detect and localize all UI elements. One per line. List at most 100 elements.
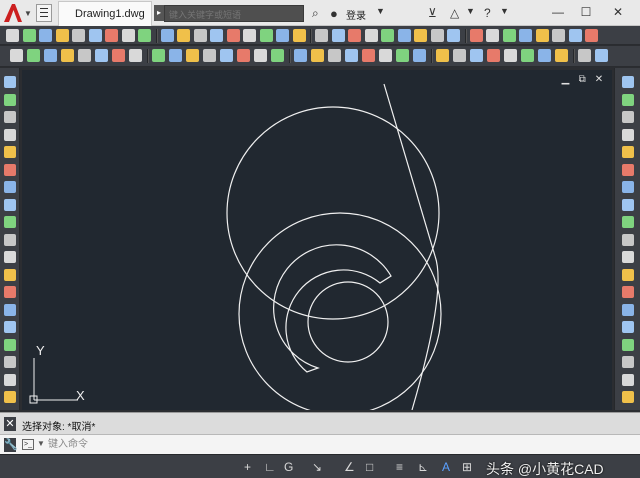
triangle-icon[interactable]: △: [450, 6, 459, 20]
toolbar-tool-icon[interactable]: [447, 29, 460, 42]
toolbar-tool-icon[interactable]: [521, 49, 534, 62]
status-toggle-button[interactable]: ⊞: [462, 459, 472, 475]
toolbar-tool-icon[interactable]: [535, 29, 549, 42]
toolbar-tool-icon[interactable]: [4, 303, 16, 316]
toolbar-tool-icon[interactable]: [622, 111, 634, 123]
toolbar-tool-icon[interactable]: [27, 49, 40, 62]
toolbar-tool-icon[interactable]: [271, 49, 284, 62]
toolbar-tool-icon[interactable]: [348, 29, 361, 42]
drawing-canvas[interactable]: ▁ ⧉ ✕ Y X: [22, 70, 612, 410]
maximize-button[interactable]: ☐: [572, 0, 600, 24]
toolbar-tool-icon[interactable]: [121, 29, 135, 42]
toolbar-tool-icon[interactable]: [470, 49, 483, 62]
toolbar-tool-icon[interactable]: [568, 29, 582, 42]
help-icon[interactable]: ?: [484, 6, 491, 20]
toolbar-tool-icon[interactable]: [4, 233, 16, 246]
toolbar-tool-icon[interactable]: [622, 163, 634, 176]
toolbar-tool-icon[interactable]: [4, 163, 16, 176]
toolbar-tool-icon[interactable]: [414, 29, 427, 42]
wrench-icon[interactable]: 🔧: [4, 438, 18, 452]
toolbar-tool-icon[interactable]: [294, 49, 307, 62]
command-input[interactable]: [48, 437, 608, 452]
toolbar-tool-icon[interactable]: [4, 286, 16, 298]
toolbar-tool-icon[interactable]: [152, 49, 165, 62]
toolbar-tool-icon[interactable]: [538, 49, 551, 62]
toolbar-tool-icon[interactable]: [4, 128, 16, 141]
toolbar-tool-icon[interactable]: [129, 49, 142, 62]
toolbar-tool-icon[interactable]: [622, 146, 634, 158]
chevron-down-icon[interactable]: ▼: [37, 439, 45, 448]
toolbar-tool-icon[interactable]: [112, 49, 125, 62]
toolbar-tool-icon[interactable]: [486, 29, 499, 42]
toolbar-tool-icon[interactable]: [160, 29, 174, 42]
status-toggle-button[interactable]: G: [284, 459, 293, 475]
inner-circle[interactable]: [307, 281, 389, 363]
toolbar-tool-icon[interactable]: [469, 29, 483, 42]
toolbar-tool-icon[interactable]: [622, 373, 634, 386]
toolbar-tool-icon[interactable]: [487, 49, 500, 62]
binoculars-icon[interactable]: ⌕: [312, 6, 319, 21]
toolbar-tool-icon[interactable]: [55, 29, 69, 42]
toolbar-tool-icon[interactable]: [622, 303, 634, 316]
toolbar-tool-icon[interactable]: [453, 49, 466, 62]
toolbar-tool-icon[interactable]: [4, 181, 16, 193]
status-toggle-button[interactable]: ∟: [264, 459, 276, 475]
status-toggle-button[interactable]: ∠: [344, 459, 355, 475]
login-button[interactable]: 登录: [346, 7, 366, 22]
status-toggle-button[interactable]: ≡: [396, 459, 403, 475]
user-icon[interactable]: ●: [330, 6, 338, 21]
toolbar-tool-icon[interactable]: [138, 29, 151, 42]
toolbar-tool-icon[interactable]: [220, 49, 233, 62]
toolbar-tool-icon[interactable]: [381, 29, 394, 42]
tab-scroll-icon[interactable]: ▸: [154, 5, 164, 21]
toolbar-tool-icon[interactable]: [4, 373, 16, 386]
close-icon[interactable]: ✕: [4, 417, 16, 431]
toolbar-tool-icon[interactable]: [315, 29, 328, 42]
toolbar-tool-icon[interactable]: [4, 146, 16, 158]
chevron-down-icon[interactable]: ▼: [466, 6, 475, 16]
toolbar-tool-icon[interactable]: [578, 49, 591, 62]
toolbar-tool-icon[interactable]: [622, 391, 634, 403]
toolbar-tool-icon[interactable]: [585, 29, 598, 42]
toolbar-tool-icon[interactable]: [502, 29, 516, 42]
application-menu-icon[interactable]: [2, 2, 24, 24]
toolbar-tool-icon[interactable]: [4, 268, 16, 281]
toolbar-tool-icon[interactable]: [4, 338, 16, 351]
command-prompt-icon[interactable]: >_: [22, 439, 34, 450]
toolbar-tool-icon[interactable]: [95, 49, 108, 62]
toolbar-tool-icon[interactable]: [331, 29, 345, 42]
toolbar-tool-icon[interactable]: [362, 49, 375, 62]
outer-circle[interactable]: [238, 212, 442, 410]
toolbar-tool-icon[interactable]: [4, 251, 16, 263]
toolbar-tool-icon[interactable]: [193, 29, 207, 42]
toolbar-tool-icon[interactable]: [4, 93, 16, 106]
quick-access-menu-icon[interactable]: [36, 4, 52, 22]
toolbar-tool-icon[interactable]: [436, 49, 449, 62]
toolbar-tool-icon[interactable]: [622, 93, 634, 106]
toolbar-tool-icon[interactable]: [4, 111, 16, 123]
toolbar-tool-icon[interactable]: [622, 128, 634, 141]
toolbar-tool-icon[interactable]: [622, 233, 634, 246]
toolbar-tool-icon[interactable]: [430, 29, 444, 42]
status-toggle-button[interactable]: ⊾: [418, 459, 428, 475]
toolbar-tool-icon[interactable]: [4, 198, 16, 211]
tab-drawing1[interactable]: Drawing1.dwg: [58, 1, 152, 26]
toolbar-tool-icon[interactable]: [6, 29, 19, 42]
minimize-button[interactable]: —: [544, 0, 572, 24]
toolbar-tool-icon[interactable]: [622, 216, 634, 228]
toolbar-tool-icon[interactable]: [396, 49, 409, 62]
close-button[interactable]: ✕: [604, 0, 632, 24]
toolbar-tool-icon[interactable]: [177, 29, 190, 42]
toolbar-tool-icon[interactable]: [39, 29, 52, 42]
toolbar-tool-icon[interactable]: [622, 181, 634, 193]
toolbar-tool-icon[interactable]: [328, 49, 341, 62]
toolbar-tool-icon[interactable]: [345, 49, 358, 62]
toolbar-tool-icon[interactable]: [504, 49, 517, 62]
toolbar-tool-icon[interactable]: [595, 49, 608, 62]
toolbar-tool-icon[interactable]: [78, 49, 91, 62]
toolbar-tool-icon[interactable]: [292, 29, 306, 42]
toolbar-tool-icon[interactable]: [105, 29, 118, 42]
toolbar-tool-icon[interactable]: [276, 29, 289, 42]
toolbar-tool-icon[interactable]: [61, 49, 74, 62]
toolbar-tool-icon[interactable]: [622, 286, 634, 298]
